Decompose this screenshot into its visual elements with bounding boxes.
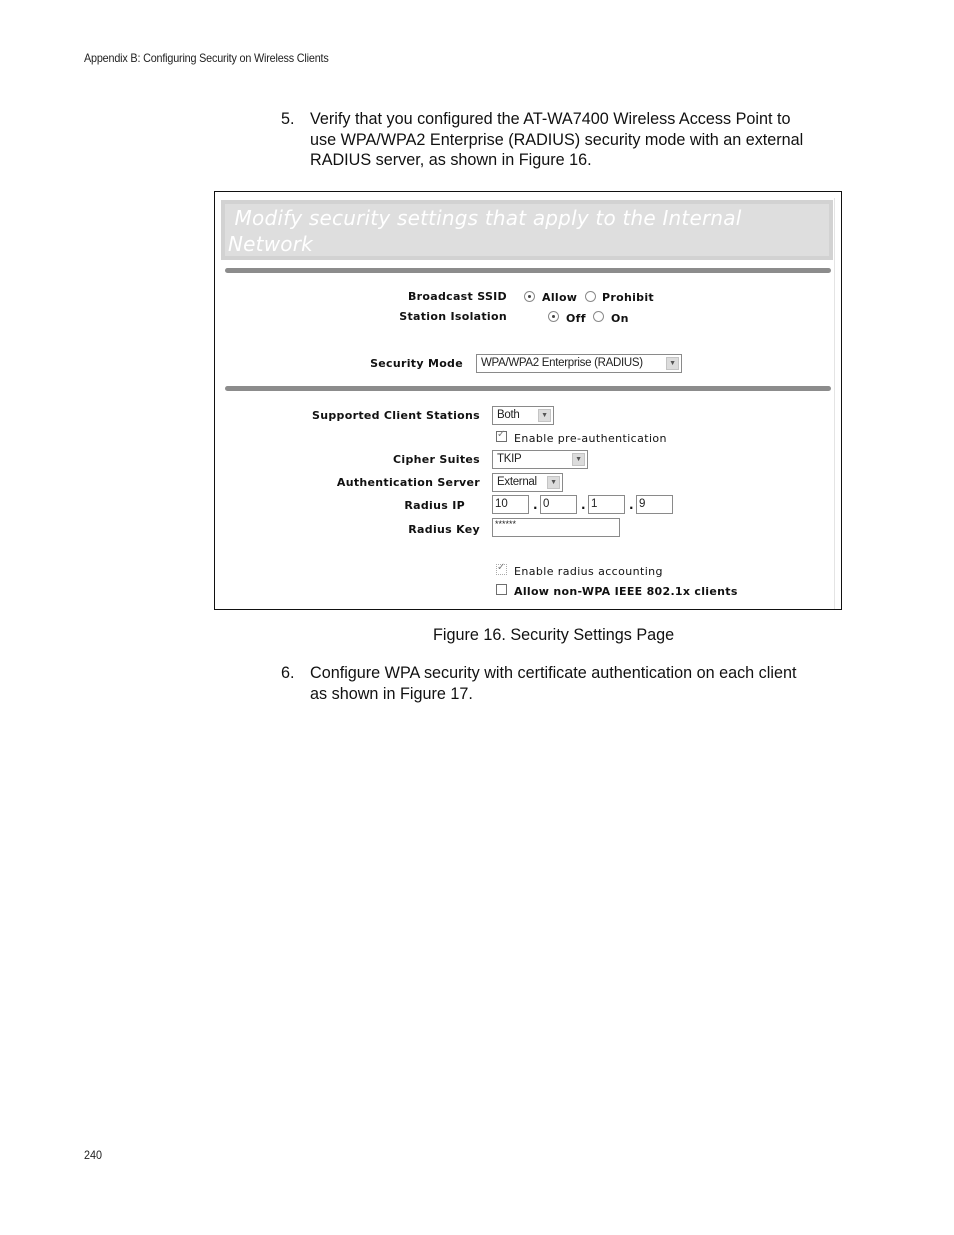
security-mode-label: Security Mode: [370, 357, 463, 370]
pre-authentication-checkbox[interactable]: [496, 429, 507, 442]
page-banner: Modify security settings that apply to t…: [221, 200, 833, 260]
ip-separator: .: [581, 498, 586, 512]
step-6: 6. Configure WPA security with certifica…: [281, 663, 841, 705]
chevron-down-icon: ▼: [572, 453, 585, 466]
supported-client-stations-select[interactable]: Both ▼: [492, 406, 554, 425]
step-text: Verify that you configured the AT-WA7400…: [310, 109, 850, 171]
broadcast-ssid-prohibit-label[interactable]: Prohibit: [602, 291, 654, 304]
non-wpa-clients-checkbox[interactable]: [496, 584, 507, 595]
radius-ip-octet-4[interactable]: 9: [636, 495, 673, 514]
figure-caption: Figure 16. Security Settings Page: [433, 626, 675, 644]
page-number: 240: [84, 1148, 103, 1162]
step-line: as shown in Figure 17.: [310, 684, 473, 703]
non-wpa-clients-label[interactable]: Allow non-WPA IEEE 802.1x clients: [514, 585, 738, 598]
banner-title-line: Network: [228, 232, 313, 256]
running-header: Appendix B: Configuring Security on Wire…: [84, 51, 329, 65]
radius-key-input[interactable]: ******: [492, 518, 620, 537]
pre-authentication-label[interactable]: Enable pre-authentication: [514, 432, 667, 445]
figure-scrollbar-edge: [834, 198, 835, 609]
authentication-server-select[interactable]: External ▼: [492, 473, 563, 492]
banner-title-line: Modify security settings that apply to t…: [228, 206, 742, 230]
broadcast-ssid-label: Broadcast SSID: [407, 290, 507, 303]
broadcast-ssid-prohibit-radio[interactable]: [585, 291, 596, 302]
radius-accounting-label[interactable]: Enable radius accounting: [514, 565, 663, 578]
step-number: 5.: [281, 110, 295, 128]
cipher-suites-label: Cipher Suites: [393, 453, 480, 466]
step-line: use WPA/WPA2 Enterprise (RADIUS) securit…: [310, 130, 804, 149]
section-divider: [225, 268, 831, 273]
section-divider: [225, 386, 831, 391]
step-text: Configure WPA security with certificate …: [310, 663, 850, 704]
station-isolation-on-label[interactable]: On: [611, 312, 629, 325]
station-isolation-off-radio[interactable]: [548, 311, 559, 322]
radius-accounting-checkbox[interactable]: [496, 562, 507, 575]
radius-ip-octet-2[interactable]: 0: [540, 495, 577, 514]
radius-ip-octet-3[interactable]: 1: [588, 495, 625, 514]
step-line: Configure WPA security with certificate …: [310, 664, 797, 682]
step-line: Verify that you configured the AT-WA7400…: [310, 110, 791, 128]
broadcast-ssid-allow-label[interactable]: Allow: [542, 291, 577, 304]
ip-separator: .: [533, 498, 538, 512]
station-isolation-label: Station Isolation: [399, 310, 507, 323]
chevron-down-icon: ▼: [538, 409, 551, 422]
cipher-suites-value: TKIP: [497, 453, 522, 465]
supported-client-stations-label: Supported Client Stations: [312, 409, 480, 422]
authentication-server-label: Authentication Server: [336, 476, 480, 489]
chevron-down-icon: ▼: [666, 357, 679, 370]
station-isolation-off-label[interactable]: Off: [566, 312, 586, 325]
radius-key-label: Radius Key: [408, 523, 480, 536]
step-number: 6.: [281, 664, 295, 682]
security-mode-select[interactable]: WPA/WPA2 Enterprise (RADIUS) ▼: [476, 354, 682, 373]
ip-separator: .: [629, 498, 634, 512]
cipher-suites-select[interactable]: TKIP ▼: [492, 450, 588, 469]
radius-ip-label: Radius IP: [404, 499, 465, 512]
station-isolation-on-radio[interactable]: [593, 311, 604, 322]
step-5: 5. Verify that you configured the AT-WA7…: [281, 109, 841, 171]
radius-ip-octet-1[interactable]: 10: [492, 495, 529, 514]
banner-title: Modify security settings that apply to t…: [225, 204, 829, 256]
security-mode-value: WPA/WPA2 Enterprise (RADIUS): [481, 357, 643, 369]
chevron-down-icon: ▼: [547, 476, 560, 489]
step-line: RADIUS server, as shown in Figure 16.: [310, 151, 592, 169]
security-settings-figure: Modify security settings that apply to t…: [214, 191, 842, 610]
supported-client-stations-value: Both: [497, 409, 520, 421]
broadcast-ssid-allow-radio[interactable]: [524, 291, 535, 302]
authentication-server-value: External: [497, 476, 537, 488]
